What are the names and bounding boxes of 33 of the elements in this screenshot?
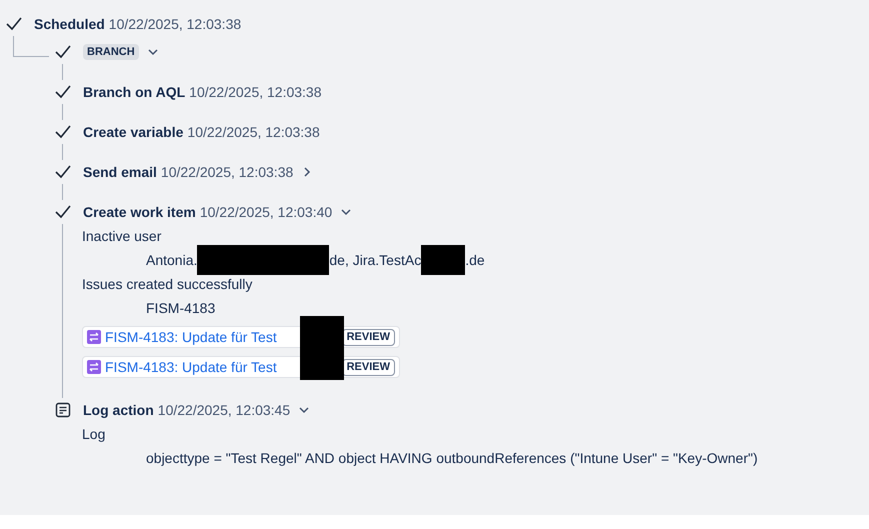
checkmark-icon [55,205,71,219]
step-title: Create variable [83,122,184,142]
issue-link[interactable]: FISM-4183: Update für Test [105,326,277,348]
checkmark-icon [55,125,71,139]
step-title: Log action [83,400,154,420]
detail-value: Antonia. [146,250,198,270]
step-time: 10/22/2025, 12:03:38 [160,162,294,182]
detail-label: Inactive user [82,227,162,246]
step-title: Scheduled [34,14,105,34]
checkmark-icon [55,85,71,99]
step-title: Send email [83,162,157,182]
redaction-bar [421,245,466,275]
transition-icon [87,360,101,374]
step-time: 10/22/2025, 12:03:38 [108,14,242,34]
detail-value: objecttype = "Test Regel" AND object HAVING outboundReferences ("Intune User" = "Key-Owner") [146,448,758,468]
detail-value: FISM-4183 [146,298,216,318]
step-title: Branch on AQL [83,82,186,102]
step-time: 10/22/2025, 12:03:38 [189,82,322,102]
detail-label: Log [82,425,106,444]
issue-link[interactable]: FISM-4183: Update für Test [105,356,277,378]
detail-value: .de [465,250,485,270]
branch-tag: BRANCH [83,44,139,60]
document-icon [55,402,71,418]
detail-label: Issues created successfully [82,275,254,294]
detail-value: de, Jira.TestAc [329,250,422,270]
redaction-bar [300,316,344,380]
step-time: 10/22/2025, 12:03:45 [158,400,290,420]
checkmark-icon [55,165,71,179]
step-title: Create work item [83,202,196,222]
step-time: 10/22/2025, 12:03:40 [200,202,332,222]
transition-icon [87,330,101,344]
step-time: 10/22/2025, 12:03:38 [187,122,320,142]
connector-line [13,36,49,57]
